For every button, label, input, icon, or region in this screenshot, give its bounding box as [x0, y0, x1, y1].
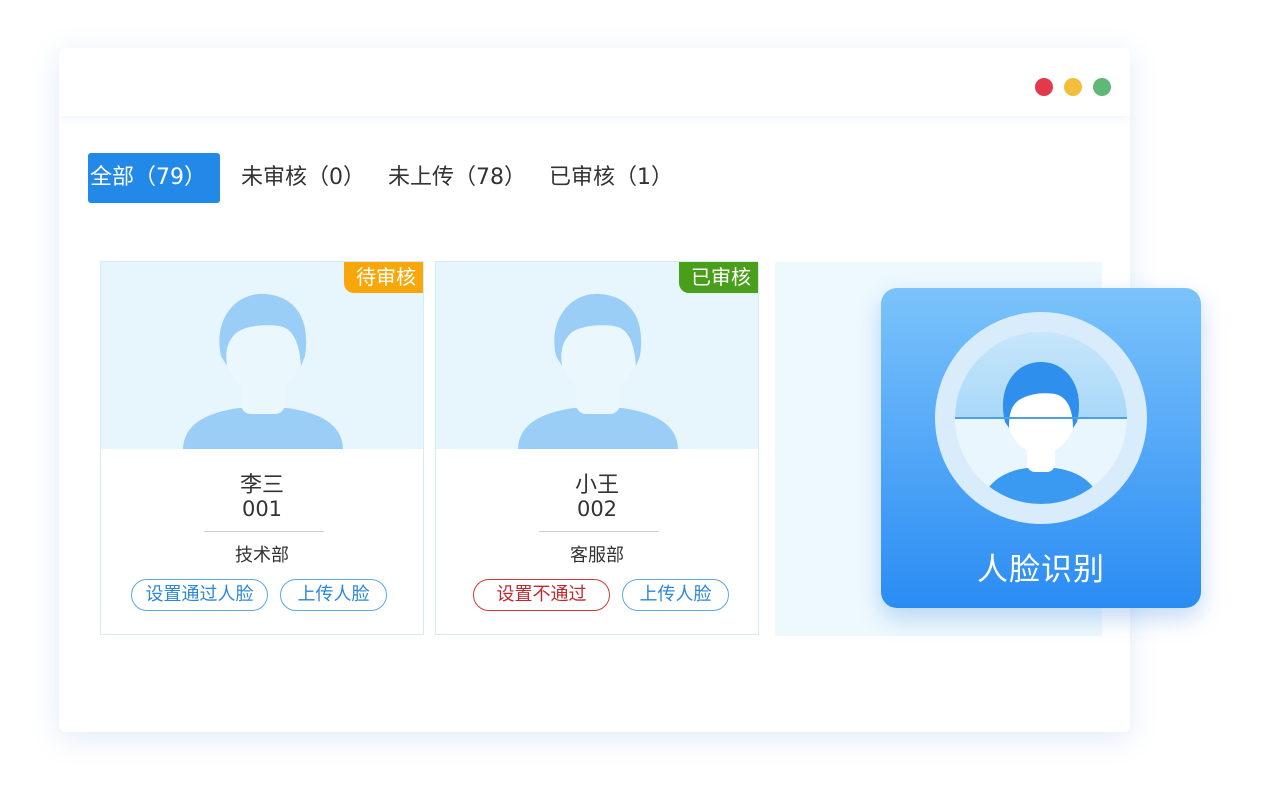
set-pass-face-button[interactable]: 设置通过人脸 [131, 579, 268, 611]
tab-reviewed[interactable]: 已审核（1） [549, 153, 673, 203]
tab-not-uploaded[interactable]: 未上传（78） [388, 153, 526, 203]
person-card: 待审核 李三 001 技术部 设置通过人脸 上传人脸 [100, 261, 424, 635]
face-scan-icon [935, 312, 1147, 524]
person-card: 已审核 小王 002 客服部 设置不通过 上传人脸 [435, 261, 759, 635]
person-name: 小王 [574, 473, 619, 498]
tab-unreviewed[interactable]: 未审核（0） [241, 153, 365, 203]
person-department: 技术部 [235, 545, 289, 566]
tab-all[interactable]: 全部（79） [88, 153, 220, 203]
person-name: 李三 [239, 473, 284, 498]
person-number: 002 [576, 497, 618, 521]
set-reject-button[interactable]: 设置不通过 [473, 579, 610, 611]
maximize-dot[interactable] [1093, 78, 1111, 96]
person-number: 001 [241, 497, 283, 521]
card-divider [204, 531, 324, 532]
person-avatar-icon [518, 293, 678, 449]
status-badge: 已审核 [679, 262, 758, 293]
face-recognition-label: 人脸识别 [977, 552, 1105, 588]
status-badge: 待审核 [344, 262, 423, 293]
upload-face-button[interactable]: 上传人脸 [622, 579, 729, 611]
face-recognition-button[interactable]: 人脸识别 [881, 288, 1201, 608]
upload-face-button[interactable]: 上传人脸 [280, 579, 387, 611]
card-divider [539, 531, 659, 532]
avatar-photo: 待审核 [101, 262, 423, 449]
window-titlebar [59, 48, 1130, 116]
person-department: 客服部 [570, 545, 624, 566]
avatar-photo: 已审核 [436, 262, 758, 449]
close-dot[interactable] [1035, 78, 1053, 96]
minimize-dot[interactable] [1064, 78, 1082, 96]
person-avatar-icon [183, 293, 343, 449]
